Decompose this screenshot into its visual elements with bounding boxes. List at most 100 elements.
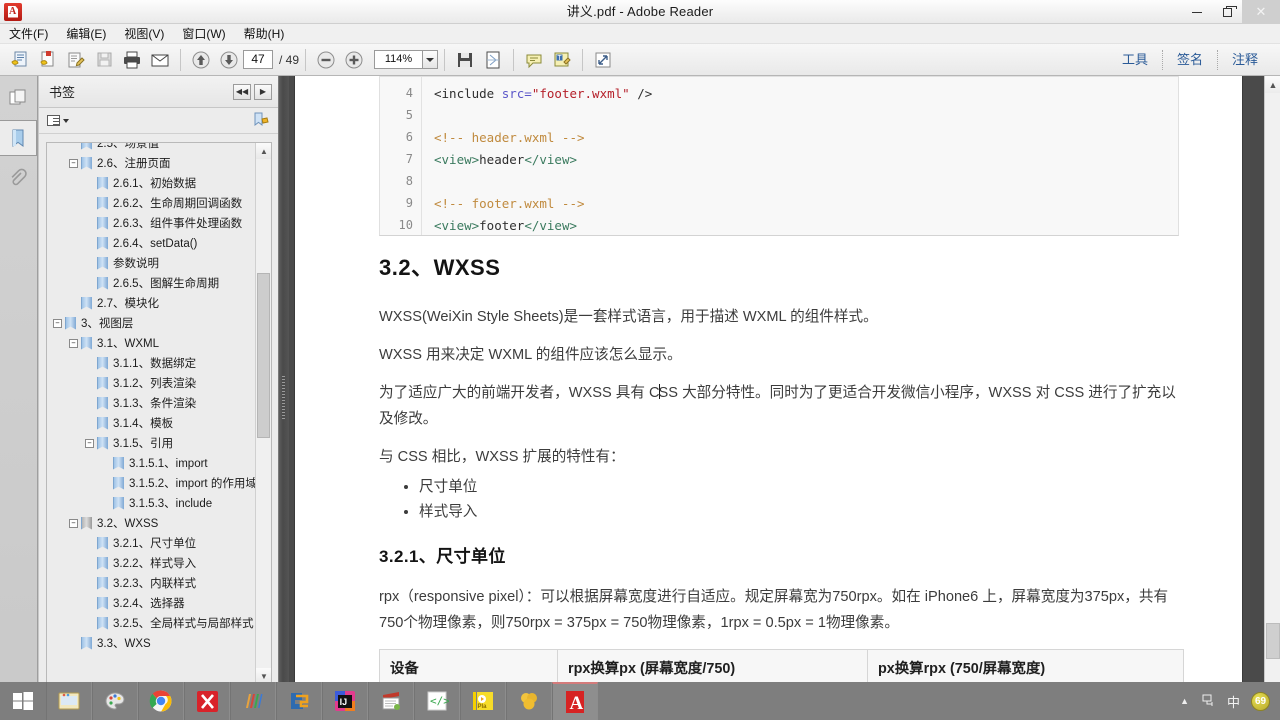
scrollbar-thumb[interactable] [257,273,270,438]
bookmark-item[interactable]: – 3.2、WXSS [47,513,256,533]
bookmark-item[interactable]: 3.2.2、样式导入 [47,553,256,573]
new-bookmark-button[interactable] [253,112,270,130]
code-editor-icon[interactable]: </> [414,682,460,720]
collapse-panel-icon[interactable]: ◀◀ [233,83,251,100]
zoom-dropdown-button[interactable] [422,50,439,69]
edit-pdf-icon[interactable] [62,47,90,73]
document-vertical-scrollbar[interactable]: ▲ ▼ [1264,76,1280,720]
attachments-icon[interactable] [0,160,36,196]
save-as-icon[interactable] [451,47,479,73]
bookmark-item[interactable]: 2.6.2、生命周期回调函数 [47,193,256,213]
bookmark-item[interactable]: 3.3、WXS [47,633,256,653]
bookmark-item[interactable]: 3.2.3、内联样式 [47,573,256,593]
chrome-icon[interactable] [138,682,184,720]
highlight-text-icon[interactable]: T [548,47,576,73]
bookmark-item[interactable]: 3.2.1、尺寸单位 [47,533,256,553]
scroll-up-icon[interactable]: ▲ [256,143,271,159]
expand-panel-icon[interactable]: ▶ [254,83,272,100]
collapse-toggle-icon[interactable]: – [53,318,62,328]
previous-page-icon[interactable] [187,47,215,73]
menu-help[interactable]: 帮助(H) [235,24,294,44]
adobe-reader-icon[interactable]: A [552,682,598,720]
bookmark-item[interactable]: 3.1.2、列表渲染 [47,373,256,393]
scrollbar-thumb[interactable] [1266,623,1280,659]
heading-3-2: 3.2、WXSS [379,255,501,280]
sign-tab[interactable]: 签名 [1163,50,1217,70]
menu-view[interactable]: 视图(V) [115,24,173,44]
minimize-button[interactable] [1182,0,1212,24]
comment-tab[interactable]: 注释 [1218,50,1272,70]
code-line-text: <include src="footer.wxml" /> [422,86,652,101]
collapse-toggle-icon[interactable]: – [85,438,94,448]
bookmark-item[interactable]: – 2.6、注册页面 [47,153,256,173]
menu-file[interactable]: 文件(F) [0,24,57,44]
bookmark-item[interactable]: 3.1.5.3、include [47,493,256,513]
fullscreen-icon[interactable] [589,47,617,73]
bookmark-item[interactable]: 2.5、场景值 [47,143,256,153]
menu-window[interactable]: 窗口(W) [173,24,234,44]
page-layout-icon[interactable] [479,47,507,73]
windows-start-icon[interactable] [0,682,46,720]
bookmark-vertical-scrollbar[interactable]: ▲ ▼ [255,143,271,684]
zoom-level-input[interactable]: 114% [374,50,423,69]
bookmark-item-label: 3.2.1、尺寸单位 [113,538,197,550]
restore-button[interactable] [1212,0,1242,24]
title-bar: 讲义.pdf - Adobe Reader ✕ [0,0,1280,24]
menu-edit[interactable]: 编辑(E) [57,24,115,44]
open-file-icon[interactable] [6,47,34,73]
bookmark-item[interactable]: 3.2.5、全局样式与局部样式 [47,613,256,633]
ime-indicator[interactable]: 中 [1227,692,1240,711]
bookmark-tree[interactable]: 2.5、场景值 – 2.6、注册页面 2.6.1、初始数据 2.6.2、生命周期回调函数… [47,143,256,674]
bee-app-icon[interactable] [506,682,552,720]
bookmark-item[interactable]: 2.6.1、初始数据 [47,173,256,193]
create-pdf-icon[interactable] [34,47,62,73]
print-icon[interactable] [118,47,146,73]
bookmark-item-label: 3.1.5.2、import 的作用域 [129,478,256,490]
bookmark-item[interactable]: 3.1.5.2、import 的作用域 [47,473,256,493]
tray-badge[interactable]: 69 [1251,691,1270,711]
page-number-input[interactable]: 47 [243,50,273,69]
page-thumbnails-icon[interactable] [0,80,36,116]
bookmark-item[interactable]: 参数说明 [47,253,256,273]
email-icon[interactable] [146,47,174,73]
tools-tab[interactable]: 工具 [1108,50,1162,70]
bookmark-item[interactable]: – 3、视图层 [47,313,256,333]
bookmark-item[interactable]: 2.6.3、组件事件处理函数 [47,213,256,233]
bookmark-item[interactable]: 2.7、模块化 [47,293,256,313]
colorful-app-icon[interactable] [230,682,276,720]
document-viewport[interactable]: 4 <include src="footer.wxml" /> 5 6 <!-- hea… [289,76,1264,720]
intellij-idea-icon[interactable]: IJ [322,682,368,720]
comment-bubble-icon[interactable] [520,47,548,73]
network-icon[interactable] [1200,692,1216,711]
bookmark-item[interactable]: 3.2.4、选择器 [47,593,256,613]
close-button[interactable]: ✕ [1242,0,1280,24]
bookmark-item[interactable]: 2.6.5、图解生命周期 [47,273,256,293]
save-icon[interactable] [90,47,118,73]
bookmark-item[interactable]: 3.1.4、模板 [47,413,256,433]
bookmark-item[interactable]: – 3.1.5、引用 [47,433,256,453]
bookmark-item[interactable]: 3.1.3、条件渲染 [47,393,256,413]
zoom-in-icon[interactable] [340,47,368,73]
media-player-icon[interactable]: Pla [460,682,506,720]
file-explorer-icon[interactable] [46,682,92,720]
table-header-cell: px换算rpx (750/屏幕宽度) [867,649,1184,686]
bookmark-item[interactable]: 2.6.4、setData() [47,233,256,253]
zoom-out-icon[interactable] [312,47,340,73]
editplus-icon[interactable] [276,682,322,720]
bookmark-item[interactable]: – 3.1、WXML [47,333,256,353]
bookmark-item[interactable]: 3.1.1、数据绑定 [47,353,256,373]
collapse-toggle-icon[interactable]: – [69,518,78,528]
panel-splitter[interactable] [279,76,289,720]
next-page-icon[interactable] [215,47,243,73]
bookmark-options-button[interactable] [47,115,69,126]
collapse-toggle-icon[interactable]: – [69,338,78,348]
paint-icon[interactable] [92,682,138,720]
bookmarks-icon[interactable] [0,120,37,156]
collapse-toggle-icon[interactable]: – [69,158,78,168]
show-hidden-icons-icon[interactable]: ▲ [1180,696,1189,706]
xmind-icon[interactable] [184,682,230,720]
svg-text:T: T [557,55,562,62]
scroll-up-icon[interactable]: ▲ [1265,76,1280,93]
bookmark-item[interactable]: 3.1.5.1、import [47,453,256,473]
notepad-app-icon[interactable] [368,682,414,720]
